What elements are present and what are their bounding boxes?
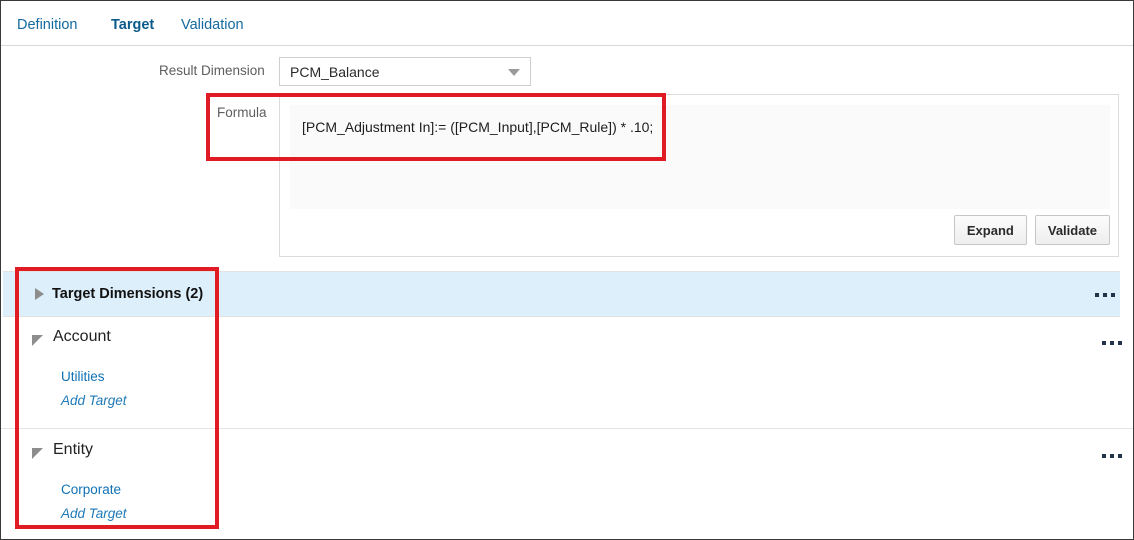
result-dimension-value: PCM_Balance [290,64,380,80]
validate-button[interactable]: Validate [1035,215,1110,245]
result-dimension-label: Result Dimension [159,63,265,78]
ellipsis-icon-entity[interactable] [1102,454,1122,458]
chevron-down-icon [508,69,520,76]
triangle-expanded-icon[interactable] [32,335,43,346]
ellipsis-icon-account[interactable] [1102,341,1122,345]
formula-panel: Expand Validate [279,94,1119,257]
tab-validation[interactable]: Validation [181,17,244,33]
dimension-name-entity: Entity [53,441,93,459]
add-target-link-account[interactable]: Add Target [61,393,127,408]
dimension-group-account: Account Utilities Add Target [1,317,1133,429]
tab-bar: Definition Target Validation [1,1,1133,46]
dimension-group-entity: Entity Corporate Add Target [1,430,1133,540]
application-window: Definition Target Validation Result Dime… [0,0,1134,540]
tab-definition[interactable]: Definition [17,17,77,33]
formula-input[interactable] [290,105,1110,209]
dimension-member-corporate[interactable]: Corporate [61,482,121,497]
expand-button[interactable]: Expand [954,215,1027,245]
formula-button-group: Expand Validate [954,215,1110,245]
target-dimensions-title: Target Dimensions (2) [52,286,203,302]
target-dimensions-header[interactable]: Target Dimensions (2) [3,271,1120,317]
dimension-member-utilities[interactable]: Utilities [61,369,105,384]
result-dimension-select[interactable]: PCM_Balance [279,57,531,86]
tab-target[interactable]: Target [111,17,154,33]
formula-label: Formula [217,105,267,120]
ellipsis-icon-target-dimensions[interactable] [1095,293,1115,297]
add-target-link-entity[interactable]: Add Target [61,506,127,521]
dimension-name-account: Account [53,328,111,346]
triangle-expanded-icon[interactable] [32,448,43,459]
triangle-right-icon [35,288,44,300]
